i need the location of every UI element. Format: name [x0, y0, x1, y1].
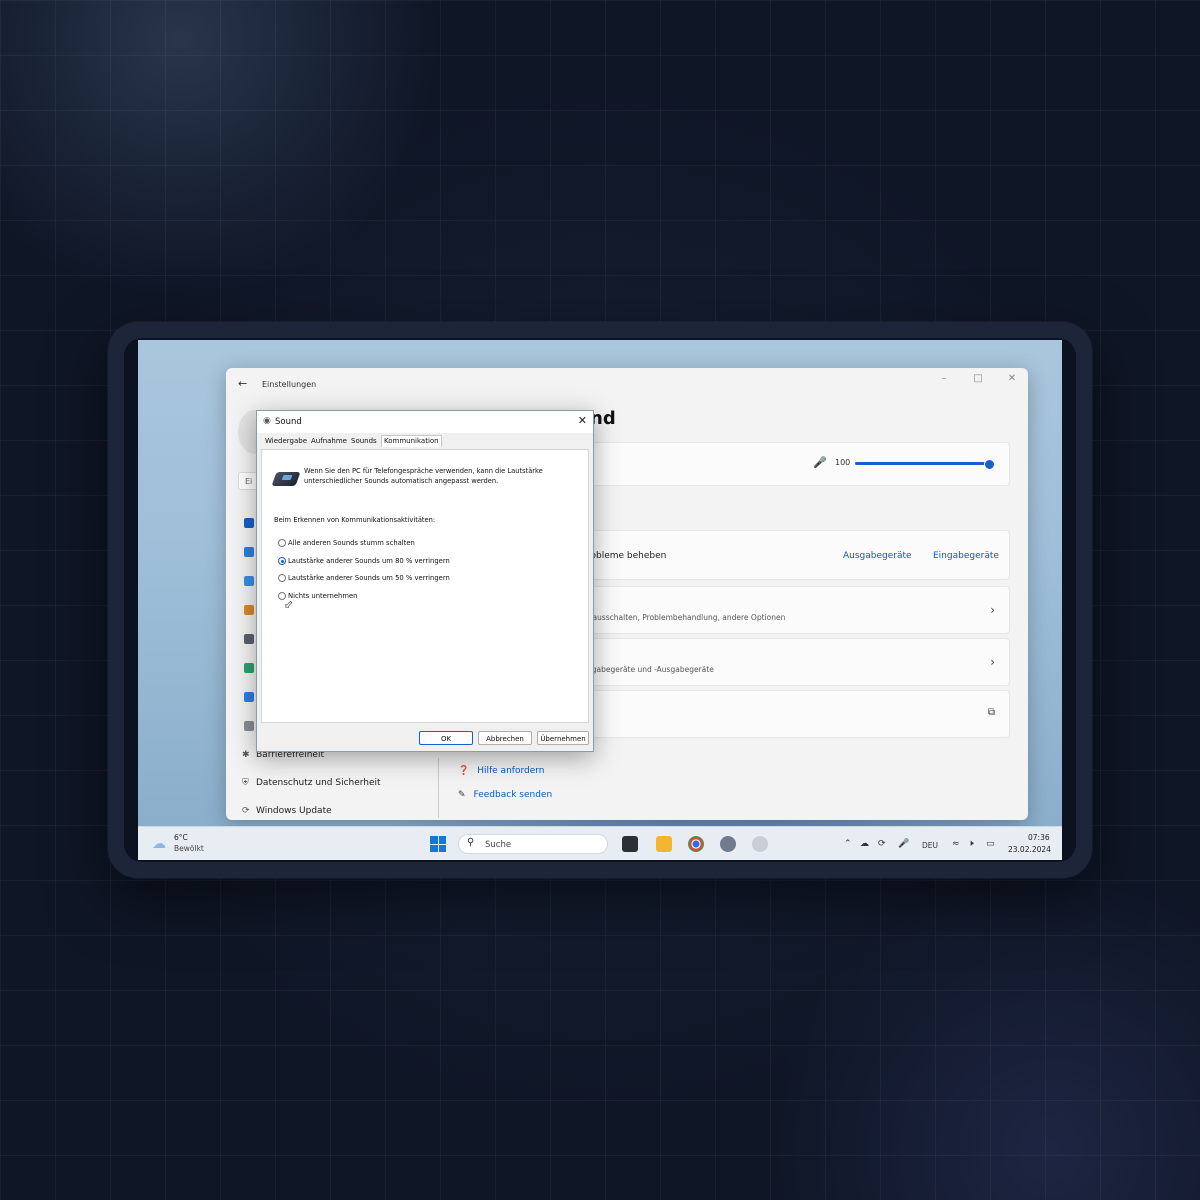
group-label: Beim Erkennen von Kommunikationsaktivitä… [274, 516, 436, 524]
close-icon[interactable]: ✕ [578, 414, 587, 427]
sidebar-item-windows-update[interactable]: ⟳ Windows Update [242, 806, 332, 816]
more-options-sub: r ausschalten, Problembehandlung, andere… [587, 613, 786, 622]
feedback-link-label: Feedback senden [473, 790, 553, 800]
tab-communication[interactable]: Kommunikation [381, 435, 442, 447]
network-icon[interactable] [244, 576, 254, 586]
intro-text: Wenn Sie den PC für Telefongespräche ver… [304, 467, 543, 485]
troubleshoot-card[interactable]: robleme beheben Ausgabegeräte Eingabeger… [586, 530, 1010, 580]
chevron-right-icon: › [990, 603, 995, 617]
microphone-icon[interactable]: 🎤 [813, 456, 827, 469]
cancel-button[interactable]: Abbrechen [478, 731, 532, 745]
help-link[interactable]: ❓ Hilfe anfordern [458, 766, 545, 776]
sync-icon[interactable]: ⟳ [878, 839, 886, 849]
clock-time[interactable]: 07:36 [1028, 833, 1050, 842]
sound-dialog: ◉ Sound ✕ Wiedergabe Aufnahme Sounds Kom… [256, 410, 594, 752]
mouse-cursor-icon: ⬃ [284, 598, 294, 611]
accessibility-icon: ✱ [242, 750, 250, 760]
app-title: Einstellungen [262, 380, 317, 389]
more-options-card[interactable]: r ausschalten, Problembehandlung, andere… [586, 586, 1010, 634]
external-link-icon: ⧉ [987, 707, 995, 718]
radio-button-selected[interactable] [278, 557, 286, 565]
sidebar-item-label: Windows Update [256, 806, 332, 816]
radio-button[interactable] [278, 574, 286, 582]
chevron-up-icon[interactable]: ⌃ [844, 839, 852, 849]
volume-icon[interactable]: 🕨 [968, 839, 974, 849]
option-label: Alle anderen Sounds stumm schalten [288, 539, 415, 547]
tab-playback[interactable]: Wiedergabe [265, 437, 307, 445]
sidebar-item-label: Datenschutz und Sicherheit [256, 778, 381, 788]
ok-button[interactable]: OK [419, 731, 473, 745]
feedback-icon: ✎ [458, 790, 466, 800]
option-label: Nichts unternehmen [288, 592, 358, 600]
weather-condition[interactable]: Bewölkt [174, 844, 204, 853]
all-devices-sub: ngabegeräte und -Ausgabegeräte [587, 665, 714, 674]
dialog-titlebar: ◉ Sound ✕ [257, 411, 593, 433]
slider-thumb[interactable] [984, 459, 995, 470]
feedback-link[interactable]: ✎ Feedback senden [458, 790, 552, 800]
back-arrow-icon[interactable]: ← [238, 377, 247, 390]
more-settings-card[interactable]: n ⧉ [586, 690, 1010, 738]
output-devices-link[interactable]: Ausgabegeräte [843, 551, 912, 561]
option-reduce-80[interactable]: Lautstärke anderer Sounds um 80 % verrin… [278, 557, 450, 565]
system-icon[interactable] [244, 518, 254, 528]
troubleshoot-label: robleme beheben [587, 551, 667, 561]
cloud-icon[interactable]: ☁ [152, 836, 166, 852]
tab-recording[interactable]: Aufnahme [311, 437, 347, 445]
minimize-icon[interactable]: – [936, 373, 952, 384]
tab-sounds[interactable]: Sounds [351, 437, 377, 445]
communication-panel: Wenn Sie den PC für Telefongespräche ver… [261, 449, 589, 723]
file-explorer-icon[interactable] [656, 836, 672, 852]
desktop-screen: ← Einstellungen – □ ✕ Ei ✱ Barrierefreihe… [138, 340, 1062, 860]
task-view-icon[interactable] [622, 836, 638, 852]
slider-fill [855, 462, 989, 465]
taskbar-search[interactable]: ⚲ Suche [458, 834, 608, 854]
update-icon: ⟳ [242, 806, 250, 816]
wifi-icon[interactable]: ≈ [952, 839, 960, 849]
gaming-icon[interactable] [244, 721, 254, 731]
input-volume-card: 🎤 100 [586, 442, 1010, 486]
weather-temperature[interactable]: 6°C [174, 833, 188, 842]
help-link-label: Hilfe anfordern [477, 766, 545, 776]
sidebar-icons [244, 518, 254, 750]
help-icon: ❓ [458, 766, 470, 776]
onedrive-icon[interactable]: ☁ [860, 839, 869, 849]
settings-titlebar: ← Einstellungen – □ ✕ [226, 368, 1028, 398]
input-volume-slider[interactable] [855, 459, 995, 470]
battery-icon[interactable]: ▭ [986, 839, 995, 849]
time-language-icon[interactable] [244, 692, 254, 702]
language-indicator[interactable]: DEU [922, 841, 938, 850]
sound-app-icon[interactable] [752, 836, 768, 852]
radio-button[interactable] [278, 539, 286, 547]
option-label: Lautstärke anderer Sounds um 50 % verrin… [288, 574, 450, 582]
nav-divider [438, 758, 439, 818]
accounts-icon[interactable] [244, 663, 254, 673]
volume-value: 100 [835, 458, 851, 467]
personalization-icon[interactable] [244, 605, 254, 615]
clock-date[interactable]: 23.02.2024 [1008, 845, 1051, 854]
phone-icon [271, 472, 301, 486]
taskbar: ☁ 6°C Bewölkt ⚲ Suche ⌃ ☁ ⟳ 🎤 DEU ≈ 🕨 ▭ … [138, 826, 1062, 860]
option-mute-all[interactable]: Alle anderen Sounds stumm schalten [278, 539, 415, 547]
search-label: Suche [485, 840, 512, 850]
shield-icon: ⛨ [242, 778, 249, 788]
speaker-icon: ◉ [263, 416, 271, 426]
dialog-title: Sound [275, 417, 302, 427]
microphone-tray-icon[interactable]: 🎤 [898, 839, 909, 849]
close-icon[interactable]: ✕ [1004, 373, 1020, 384]
sidebar-item-privacy[interactable]: ⛨ Datenschutz und Sicherheit [242, 778, 381, 788]
maximize-icon[interactable]: □ [970, 373, 986, 384]
apply-button[interactable]: Übernehmen [537, 731, 589, 745]
windows-start-icon[interactable] [430, 836, 446, 852]
chevron-right-icon: › [990, 655, 995, 669]
search-icon: ⚲ [467, 837, 475, 848]
settings-gear-icon[interactable] [720, 836, 736, 852]
bluetooth-icon[interactable] [244, 547, 254, 557]
option-reduce-50[interactable]: Lautstärke anderer Sounds um 50 % verrin… [278, 574, 450, 582]
input-devices-link[interactable]: Eingabegeräte [933, 551, 999, 561]
all-devices-card[interactable]: ngabegeräte und -Ausgabegeräte › [586, 638, 1010, 686]
apps-icon[interactable] [244, 634, 254, 644]
option-label: Lautstärke anderer Sounds um 80 % verrin… [288, 557, 450, 565]
chrome-icon[interactable] [688, 836, 704, 852]
